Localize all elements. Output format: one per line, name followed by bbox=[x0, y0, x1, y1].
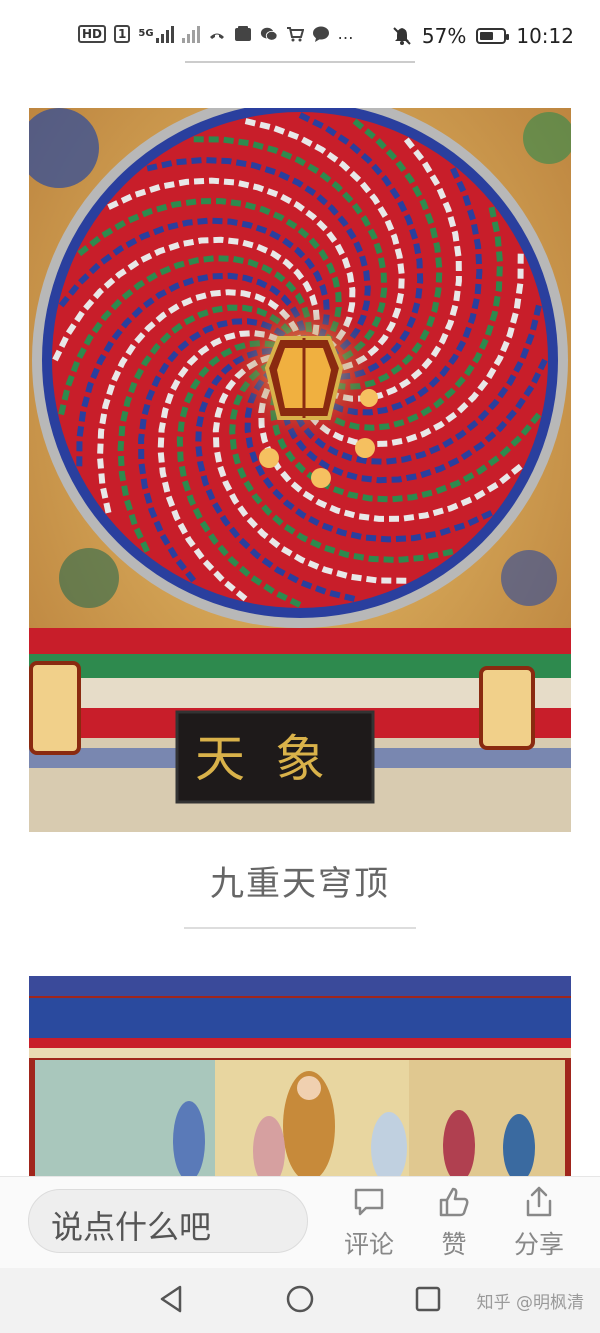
caption-divider bbox=[184, 927, 416, 929]
home-icon[interactable] bbox=[285, 1284, 315, 1314]
plaque-text: 天象 bbox=[195, 730, 355, 788]
battery-icon bbox=[476, 28, 510, 44]
share-label: 分享 bbox=[513, 1230, 564, 1259]
status-divider bbox=[185, 61, 415, 63]
mute-bell-icon bbox=[393, 27, 411, 45]
system-nav-bar: 知乎 @明枫清 bbox=[0, 1268, 600, 1333]
mural-illustration bbox=[29, 976, 571, 1176]
status-bar: HD 1 5G … 57% 10:12 bbox=[0, 0, 600, 72]
signal2-icon bbox=[181, 25, 200, 43]
missed-call-icon bbox=[209, 33, 224, 39]
dome-ceiling-photo[interactable]: 天象 bbox=[29, 108, 571, 832]
status-left-icons: HD 1 5G … bbox=[78, 24, 354, 43]
wechat-icon bbox=[260, 27, 278, 41]
recents-icon[interactable] bbox=[414, 1284, 442, 1314]
image-caption: 九重天穹顶 bbox=[210, 864, 390, 904]
more-notifications-icon: … bbox=[337, 24, 354, 43]
bottom-action-bar: 说点什么吧 评论 赞 分享 bbox=[0, 1176, 600, 1269]
back-icon[interactable] bbox=[158, 1284, 186, 1314]
status-right: 57% 10:12 bbox=[392, 24, 574, 48]
shopping-cart-icon bbox=[286, 26, 304, 41]
battery-percent: 57% bbox=[421, 24, 467, 48]
comment-label: 评论 bbox=[343, 1230, 394, 1259]
comment-placeholder: 说点什么吧 bbox=[51, 1208, 212, 1246]
comment-icon bbox=[354, 1188, 384, 1216]
like-label: 赞 bbox=[441, 1230, 467, 1259]
hd-badge: HD bbox=[78, 24, 107, 43]
comment-input[interactable]: 说点什么吧 bbox=[28, 1189, 308, 1253]
clock: 10:12 bbox=[516, 24, 574, 48]
watermark: 知乎 @明枫清 bbox=[476, 1293, 584, 1313]
dome-ceiling-illustration: 天象 bbox=[29, 108, 571, 832]
huawei-app-icon bbox=[234, 25, 251, 41]
signal-icon bbox=[155, 25, 174, 43]
sim-badge: 1 bbox=[114, 24, 131, 43]
share-button[interactable]: 分享 bbox=[504, 1185, 574, 1261]
thumbs-up-icon bbox=[439, 1187, 469, 1217]
like-button[interactable]: 赞 bbox=[419, 1185, 489, 1261]
message-icon bbox=[312, 26, 329, 42]
comment-button[interactable]: 评论 bbox=[334, 1185, 404, 1261]
share-icon bbox=[526, 1186, 552, 1217]
network-label: 5G bbox=[138, 28, 154, 39]
mural-photo[interactable] bbox=[29, 976, 571, 1176]
